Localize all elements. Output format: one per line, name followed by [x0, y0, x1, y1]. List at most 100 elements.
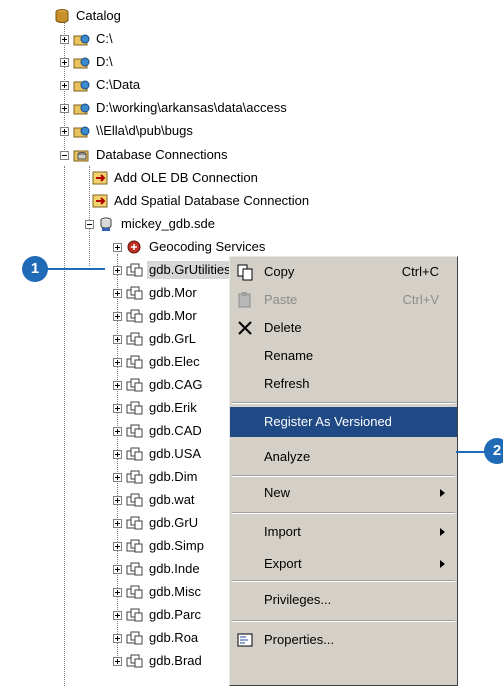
- tree-label: gdb.Erik: [149, 400, 197, 415]
- expand-icon[interactable]: [113, 312, 122, 321]
- tree-label: gdb.Mor: [149, 308, 197, 323]
- menu-item-copy[interactable]: Copy Ctrl+C: [230, 257, 457, 287]
- collapse-icon[interactable]: [60, 151, 69, 160]
- feature-dataset-icon: [126, 286, 143, 300]
- feature-dataset-icon: [126, 378, 143, 392]
- expand-icon[interactable]: [113, 404, 122, 413]
- tree-label: D:\: [96, 54, 113, 69]
- expand-icon[interactable]: [113, 473, 122, 482]
- tree-label: mickey_gdb.sde: [121, 216, 215, 231]
- expand-icon[interactable]: [60, 81, 69, 90]
- collapse-icon[interactable]: [85, 220, 94, 229]
- tree-label: Database Connections: [96, 147, 228, 162]
- expand-icon[interactable]: [113, 266, 122, 275]
- tree-label: C:\: [96, 31, 113, 46]
- tree-node-sde[interactable]: mickey_gdb.sde: [85, 215, 385, 233]
- feature-dataset-icon: [126, 608, 143, 622]
- tree-node-database-connections[interactable]: Database Connections: [60, 146, 360, 164]
- expand-icon[interactable]: [60, 58, 69, 67]
- callout-1: 1: [22, 256, 48, 282]
- menu-label: Copy: [264, 264, 295, 279]
- feature-dataset-icon: [126, 562, 143, 576]
- tree-label: gdb.Misc: [149, 584, 202, 599]
- tree-label: gdb.CAG: [149, 377, 203, 392]
- tree-node-add-oledb[interactable]: Add OLE DB Connection: [92, 169, 392, 187]
- copy-icon: [237, 264, 253, 281]
- menu-item-export[interactable]: Export: [230, 549, 457, 579]
- tree-node-add-spatial[interactable]: Add Spatial Database Connection: [92, 192, 392, 210]
- folder-globe-icon: [73, 126, 90, 138]
- folder-globe-icon: [73, 103, 90, 115]
- menu-item-paste[interactable]: Paste Ctrl+V: [230, 285, 457, 315]
- tree-label: gdb.CAD: [149, 423, 202, 438]
- feature-dataset-icon: [126, 309, 143, 323]
- delete-icon: [238, 321, 252, 335]
- tree-label: D:\working\arkansas\data\access: [96, 100, 287, 115]
- folder-globe-icon: [73, 80, 90, 92]
- menu-separator: [232, 580, 455, 582]
- tree-label: gdb.USA: [149, 446, 202, 461]
- tree-node-catalog[interactable]: Catalog: [54, 7, 254, 25]
- tree-node-drive[interactable]: C:\Data: [60, 76, 360, 94]
- expand-icon[interactable]: [113, 611, 122, 620]
- feature-dataset-icon: [126, 516, 143, 530]
- folder-globe-icon: [73, 34, 90, 46]
- menu-item-privileges[interactable]: Privileges...: [230, 585, 457, 615]
- expand-icon[interactable]: [113, 243, 122, 252]
- expand-icon[interactable]: [60, 35, 69, 44]
- expand-icon[interactable]: [113, 542, 122, 551]
- sde-connection-icon: [100, 217, 112, 231]
- submenu-arrow-icon: [440, 489, 445, 497]
- menu-item-register-as-versioned[interactable]: Register As Versioned: [230, 407, 457, 437]
- tree-label: gdb.Brad: [149, 653, 202, 668]
- expand-icon[interactable]: [113, 450, 122, 459]
- feature-dataset-icon: [126, 539, 143, 553]
- expand-icon[interactable]: [113, 427, 122, 436]
- properties-icon: [237, 633, 253, 647]
- database-folder-icon: [73, 150, 89, 162]
- menu-separator: [232, 620, 455, 622]
- tree-node-drive[interactable]: C:\: [60, 30, 360, 48]
- expand-icon[interactable]: [113, 358, 122, 367]
- menu-label: Delete: [264, 320, 302, 335]
- folder-globe-icon: [73, 57, 90, 69]
- feature-dataset-icon: [126, 424, 143, 438]
- tree-label: Add Spatial Database Connection: [114, 193, 310, 208]
- expand-icon[interactable]: [113, 335, 122, 344]
- menu-item-import[interactable]: Import: [230, 517, 457, 547]
- tree-label: gdb.Elec: [149, 354, 200, 369]
- feature-dataset-icon: [126, 631, 143, 645]
- menu-item-properties[interactable]: Properties...: [230, 625, 457, 655]
- menu-label: Refresh: [264, 376, 310, 391]
- menu-label: Properties...: [264, 632, 335, 647]
- geocoding-icon: [127, 240, 141, 254]
- expand-icon[interactable]: [113, 657, 122, 666]
- feature-dataset-icon: [126, 355, 143, 369]
- expand-icon[interactable]: [113, 565, 122, 574]
- tree-node-geocoding[interactable]: Geocoding Services: [113, 238, 413, 256]
- expand-icon[interactable]: [113, 289, 122, 298]
- tree-node-drive[interactable]: D:\working\arkansas\data\access: [60, 99, 460, 117]
- tree-node-drive[interactable]: D:\: [60, 53, 360, 71]
- menu-label: Import: [264, 524, 301, 539]
- tree-label: gdb.GrU: [149, 515, 199, 530]
- tree-label: gdb.Roa: [149, 630, 199, 645]
- expand-icon[interactable]: [60, 127, 69, 136]
- expand-icon[interactable]: [113, 588, 122, 597]
- expand-icon[interactable]: [60, 104, 69, 113]
- expand-icon[interactable]: [113, 381, 122, 390]
- tree-line: [64, 166, 65, 686]
- expand-icon[interactable]: [113, 519, 122, 528]
- menu-item-delete[interactable]: Delete: [230, 313, 457, 343]
- menu-item-rename[interactable]: Rename: [230, 341, 457, 371]
- menu-item-new[interactable]: New: [230, 478, 457, 508]
- menu-item-refresh[interactable]: Refresh: [230, 369, 457, 399]
- tree-label: gdb.GrL: [149, 331, 196, 346]
- tree-node-drive[interactable]: \\Ella\d\pub\bugs: [60, 122, 360, 140]
- feature-dataset-icon: [126, 585, 143, 599]
- menu-item-analyze[interactable]: Analyze: [230, 442, 457, 472]
- shortcut-label: Ctrl+V: [402, 292, 439, 307]
- expand-icon[interactable]: [113, 634, 122, 643]
- submenu-arrow-icon: [440, 528, 445, 536]
- expand-icon[interactable]: [113, 496, 122, 505]
